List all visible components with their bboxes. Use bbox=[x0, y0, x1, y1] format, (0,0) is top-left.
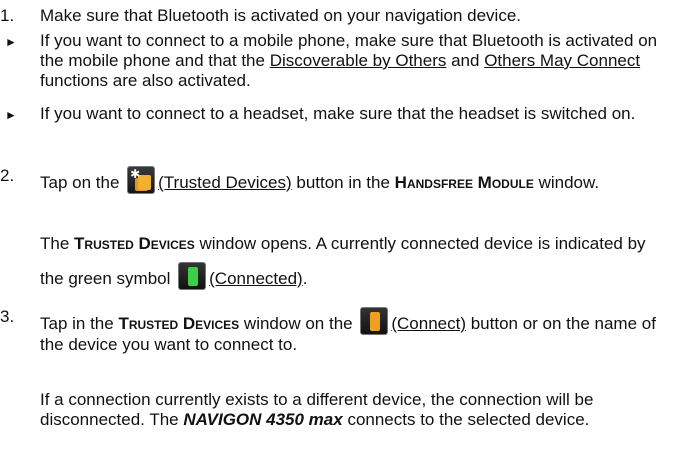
text-segment: functions are also activated. bbox=[40, 71, 251, 90]
connected-link: (Connected) bbox=[209, 269, 303, 288]
step-number: 2. bbox=[0, 166, 15, 185]
green-phone-icon bbox=[178, 262, 207, 290]
orange-phone-icon bbox=[360, 307, 389, 335]
text-segment: The bbox=[40, 234, 75, 253]
others-may-connect-link: Others May Connect bbox=[484, 51, 641, 70]
result-text: The Trusted Devices window opens. A curr… bbox=[40, 226, 670, 296]
text-segment: window. bbox=[533, 173, 600, 192]
window-name: Handsfree Module bbox=[394, 173, 534, 192]
text-segment: Tap on the bbox=[40, 173, 125, 192]
text-segment: window on the bbox=[239, 314, 358, 333]
result-text: If a connection currently exists to a di… bbox=[40, 390, 670, 430]
bullet-text: If you want to connect to a headset, mak… bbox=[40, 104, 636, 123]
product-name: NAVIGON 4350 max bbox=[183, 410, 343, 429]
bullet-text: If you want to connect to a mobile phone… bbox=[40, 31, 670, 91]
discoverable-link: Discoverable by Others bbox=[269, 51, 447, 70]
text-segment: button in the bbox=[291, 173, 395, 192]
trusted-devices-link: (Trusted Devices) bbox=[158, 173, 292, 192]
step-number: 3. bbox=[0, 307, 15, 326]
step-text: Tap in the Trusted Devices window on the… bbox=[40, 307, 670, 355]
step-text: Tap on the ✱ (Trusted Devices) button in … bbox=[40, 166, 670, 194]
text-segment: connects to the selected device. bbox=[342, 410, 590, 429]
text-segment: and bbox=[446, 51, 485, 70]
text-segment: Tap in the bbox=[40, 314, 119, 333]
step-number: 1. bbox=[0, 6, 15, 25]
bullet-icon: ► bbox=[5, 108, 17, 122]
text-segment: . bbox=[302, 269, 308, 288]
trusted-devices-icon: ✱ bbox=[127, 166, 156, 194]
step-text: Make sure that Bluetooth is activated on… bbox=[40, 6, 522, 25]
instructions-page: 1. Make sure that Bluetooth is activated… bbox=[0, 0, 682, 476]
bullet-icon: ► bbox=[5, 35, 17, 49]
window-name: Trusted Devices bbox=[74, 234, 195, 253]
connect-link: (Connect) bbox=[391, 314, 466, 333]
window-name: Trusted Devices bbox=[118, 314, 240, 333]
